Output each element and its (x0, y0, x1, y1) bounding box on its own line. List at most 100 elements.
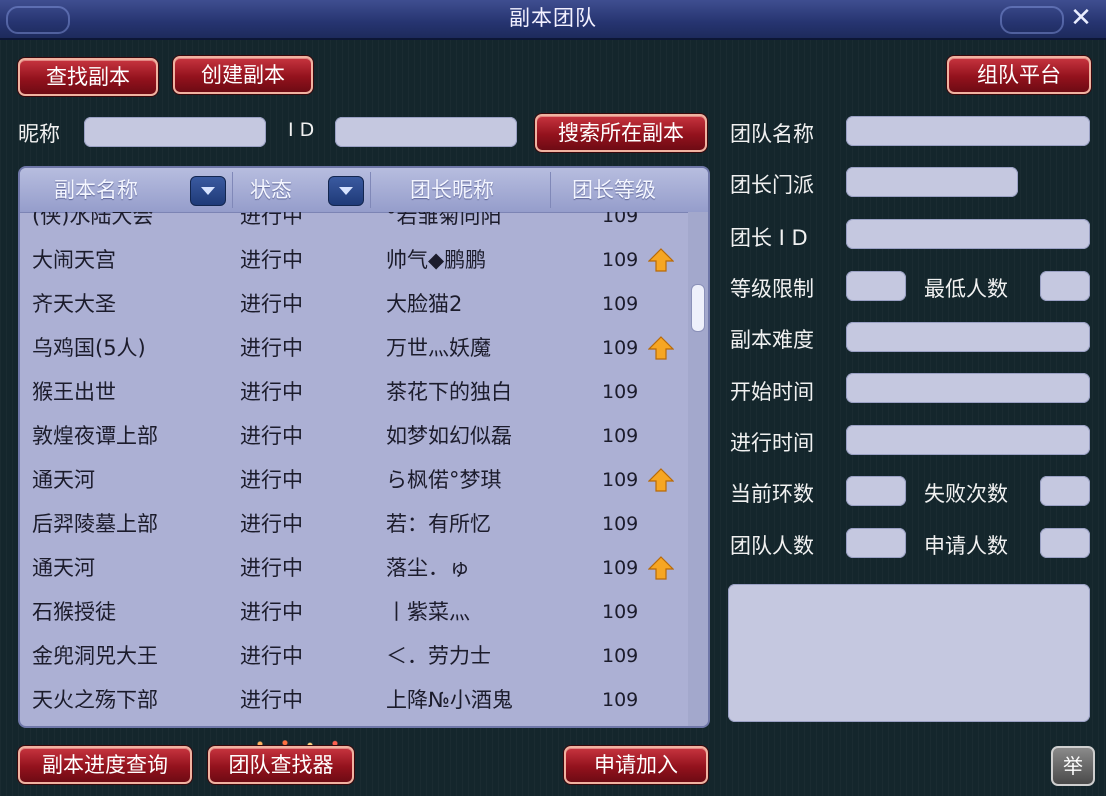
cell-leader: 茶花下的独白 (386, 380, 512, 404)
table-row[interactable]: 天火之殇下部 进行中 上降№小酒鬼 109 (20, 678, 688, 722)
leader-id-field (846, 219, 1090, 249)
team-platform-button[interactable]: 组队平台 (947, 56, 1091, 94)
elapsed-time-label: 进行时间 (730, 431, 814, 455)
difficulty-field (846, 322, 1090, 352)
table-row[interactable]: 敦煌夜谭上部 进行中 如梦如幻似磊 109 (20, 414, 688, 458)
table-row[interactable]: 通天河 进行中 落尘．ゅ 109 (20, 546, 688, 590)
cell-leader: 丨紫菜灬 (386, 600, 470, 624)
team-description-box (728, 584, 1090, 722)
up-arrow-icon (648, 468, 674, 492)
cell-status: 进行中 (240, 600, 303, 624)
applicants-label: 申请人数 (924, 534, 1008, 558)
leader-id-label: 团长 I D (730, 226, 808, 250)
table-row[interactable]: (侠)水陆大会 进行中 °若雏菊向阳 109 (20, 212, 688, 238)
cell-name: 乌鸡国(5人) (32, 336, 146, 360)
start-time-label: 开始时间 (730, 380, 814, 404)
table-row[interactable]: 后羿陵墓上部 进行中 若：有所忆 109 (20, 502, 688, 546)
cell-leader: 大脸猫2 (386, 292, 463, 316)
difficulty-label: 副本难度 (730, 328, 814, 352)
cell-name: 天火之殇下部 (32, 688, 158, 712)
scrollbar-thumb[interactable] (691, 284, 705, 332)
cell-status: 进行中 (240, 248, 303, 272)
cell-leader: ＜．劳力士 (386, 644, 491, 668)
leader-sect-label: 团长门派 (730, 173, 814, 197)
cell-leader: 万世灬妖魔 (386, 336, 491, 360)
cell-status: 进行中 (240, 212, 303, 228)
cell-name: 齐天大圣 (32, 292, 116, 316)
table-row[interactable]: 大闹天宫 进行中 帅气◆鹏鹏 109 (20, 238, 688, 282)
cell-name: (侠)水陆大会 (32, 212, 154, 228)
cell-level: 109 (602, 293, 639, 315)
team-name-field (846, 116, 1090, 146)
progress-query-button[interactable]: 副本进度查询 (18, 746, 192, 784)
cell-level: 109 (602, 249, 639, 271)
level-limit-label: 等级限制 (730, 277, 814, 301)
team-size-field (846, 528, 906, 558)
table-row[interactable]: 金兜洞兕大王 进行中 ＜．劳力士 109 (20, 634, 688, 678)
header-divider (550, 172, 551, 208)
cell-status: 进行中 (240, 424, 303, 448)
team-size-label: 团队人数 (730, 534, 814, 558)
cell-name: 石猴授徒 (32, 600, 116, 624)
id-input[interactable] (335, 117, 517, 147)
find-instance-button[interactable]: 查找副本 (18, 58, 158, 96)
search-instance-button[interactable]: 搜索所在副本 (535, 114, 707, 152)
cell-level: 109 (602, 381, 639, 403)
cell-leader: 若：有所忆 (386, 512, 491, 536)
instance-list-panel: 副本名称 状态 团长昵称 团长等级 (侠)水陆大会 进行中 °若雏菊向阳 109 大闹天… (18, 166, 710, 728)
level-limit-field (846, 271, 906, 301)
cell-name: 大闹天宫 (32, 248, 116, 272)
cell-name: 通天河 (32, 468, 95, 492)
raise-button[interactable]: 举 (1051, 746, 1095, 786)
cell-status: 进行中 (240, 292, 303, 316)
cell-level: 109 (602, 645, 639, 667)
title-bar: 副本团队 ✕ (0, 0, 1106, 40)
cell-status: 进行中 (240, 380, 303, 404)
nickname-input[interactable] (84, 117, 266, 147)
table-row[interactable]: 乌鸡国(5人) 进行中 万世灬妖魔 109 (20, 326, 688, 370)
cell-status: 进行中 (240, 468, 303, 492)
cell-name: 通天河 (32, 556, 95, 580)
cell-level: 109 (602, 212, 639, 227)
table-row[interactable]: 齐天大圣 进行中 大脸猫2 109 (20, 282, 688, 326)
cell-name: 后羿陵墓上部 (32, 512, 158, 536)
cell-status: 进行中 (240, 512, 303, 536)
cell-leader: 落尘．ゅ (386, 556, 470, 580)
up-arrow-icon (648, 556, 674, 580)
header-divider (370, 172, 371, 208)
header-level: 团长等级 (572, 178, 656, 202)
cell-status: 进行中 (240, 336, 303, 360)
cell-status: 进行中 (240, 688, 303, 712)
id-label: I D (288, 119, 315, 141)
elapsed-time-field (846, 425, 1090, 455)
cell-leader: 上降№小酒鬼 (386, 688, 513, 712)
cell-name: 猴王出世 (32, 380, 116, 404)
cell-name: 金兜洞兕大王 (32, 644, 158, 668)
fail-count-field (1040, 476, 1090, 506)
header-divider (232, 172, 233, 208)
cell-level: 109 (602, 689, 639, 711)
cell-level: 109 (602, 601, 639, 623)
team-finder-button[interactable]: 团队查找器 (208, 746, 354, 784)
create-instance-button[interactable]: 创建副本 (173, 56, 313, 94)
scrollbar[interactable] (688, 212, 708, 726)
up-arrow-icon (648, 248, 674, 272)
cell-leader: ら枫偌°梦琪 (386, 468, 502, 492)
header-leader: 团长昵称 (410, 178, 494, 202)
status-filter-dropdown[interactable] (328, 176, 364, 206)
name-filter-dropdown[interactable] (190, 176, 226, 206)
header-name: 副本名称 (54, 178, 138, 202)
min-members-label: 最低人数 (924, 277, 1008, 301)
cell-status: 进行中 (240, 644, 303, 668)
current-round-label: 当前环数 (730, 482, 814, 506)
team-name-label: 团队名称 (730, 122, 814, 146)
start-time-field (846, 373, 1090, 403)
fail-count-label: 失败次数 (924, 482, 1008, 506)
apply-join-button[interactable]: 申请加入 (564, 746, 708, 784)
close-icon[interactable]: ✕ (1066, 3, 1096, 33)
table-row[interactable]: 石猴授徒 进行中 丨紫菜灬 109 (20, 590, 688, 634)
cell-name: 敦煌夜谭上部 (32, 424, 158, 448)
table-row[interactable]: 猴王出世 进行中 茶花下的独白 109 (20, 370, 688, 414)
cell-leader: °若雏菊向阳 (386, 212, 502, 228)
table-row[interactable]: 通天河 进行中 ら枫偌°梦琪 109 (20, 458, 688, 502)
